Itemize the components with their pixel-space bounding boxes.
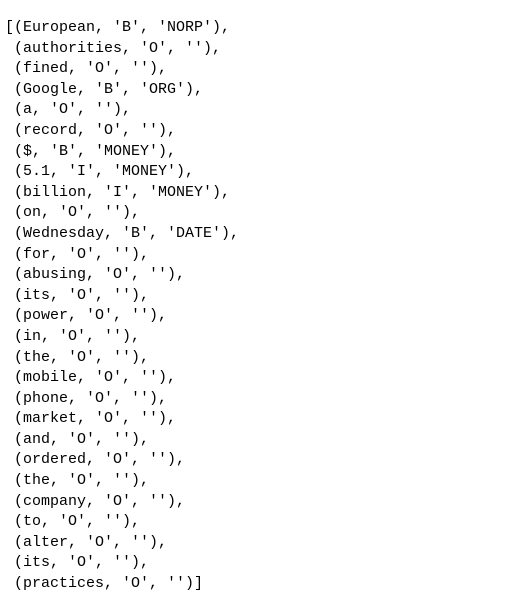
token-tuple-row: (the, 'O', ''), <box>5 348 520 369</box>
token-tuple-row: (billion, 'I', 'MONEY'), <box>5 183 520 204</box>
token-tuple-row: (alter, 'O', ''), <box>5 533 520 554</box>
token-tuple-row: (phone, 'O', ''), <box>5 389 520 410</box>
token-tuple-row: (its, 'O', ''), <box>5 286 520 307</box>
token-tuple-row: (market, 'O', ''), <box>5 409 520 430</box>
token-tuple-row: (company, 'O', ''), <box>5 492 520 513</box>
token-tuple-row: (and, 'O', ''), <box>5 430 520 451</box>
token-tuple-row: ($, 'B', 'MONEY'), <box>5 142 520 163</box>
token-tuple-row: (practices, 'O', '')] <box>5 574 520 595</box>
token-tuple-row: [(European, 'B', 'NORP'), <box>5 18 520 39</box>
token-tuple-row: (the, 'O', ''), <box>5 471 520 492</box>
token-tuple-row: (to, 'O', ''), <box>5 512 520 533</box>
token-tuple-row: (its, 'O', ''), <box>5 553 520 574</box>
token-tuple-row: (5.1, 'I', 'MONEY'), <box>5 162 520 183</box>
token-tuple-row: (ordered, 'O', ''), <box>5 450 520 471</box>
token-tuple-row: (in, 'O', ''), <box>5 327 520 348</box>
token-tuple-row: (mobile, 'O', ''), <box>5 368 520 389</box>
token-tuple-row: (on, 'O', ''), <box>5 203 520 224</box>
token-tuple-row: (for, 'O', ''), <box>5 245 520 266</box>
token-tuple-row: (record, 'O', ''), <box>5 121 520 142</box>
token-tuple-row: (authorities, 'O', ''), <box>5 39 520 60</box>
token-tuple-row: (abusing, 'O', ''), <box>5 265 520 286</box>
token-tuple-row: (Wednesday, 'B', 'DATE'), <box>5 224 520 245</box>
token-tuple-row: (a, 'O', ''), <box>5 100 520 121</box>
token-tuple-row: (fined, 'O', ''), <box>5 59 520 80</box>
token-tuple-row: (Google, 'B', 'ORG'), <box>5 80 520 101</box>
token-tuple-row: (power, 'O', ''), <box>5 306 520 327</box>
ner-tuple-output: [(European, 'B', 'NORP'), (authorities, … <box>5 18 520 595</box>
